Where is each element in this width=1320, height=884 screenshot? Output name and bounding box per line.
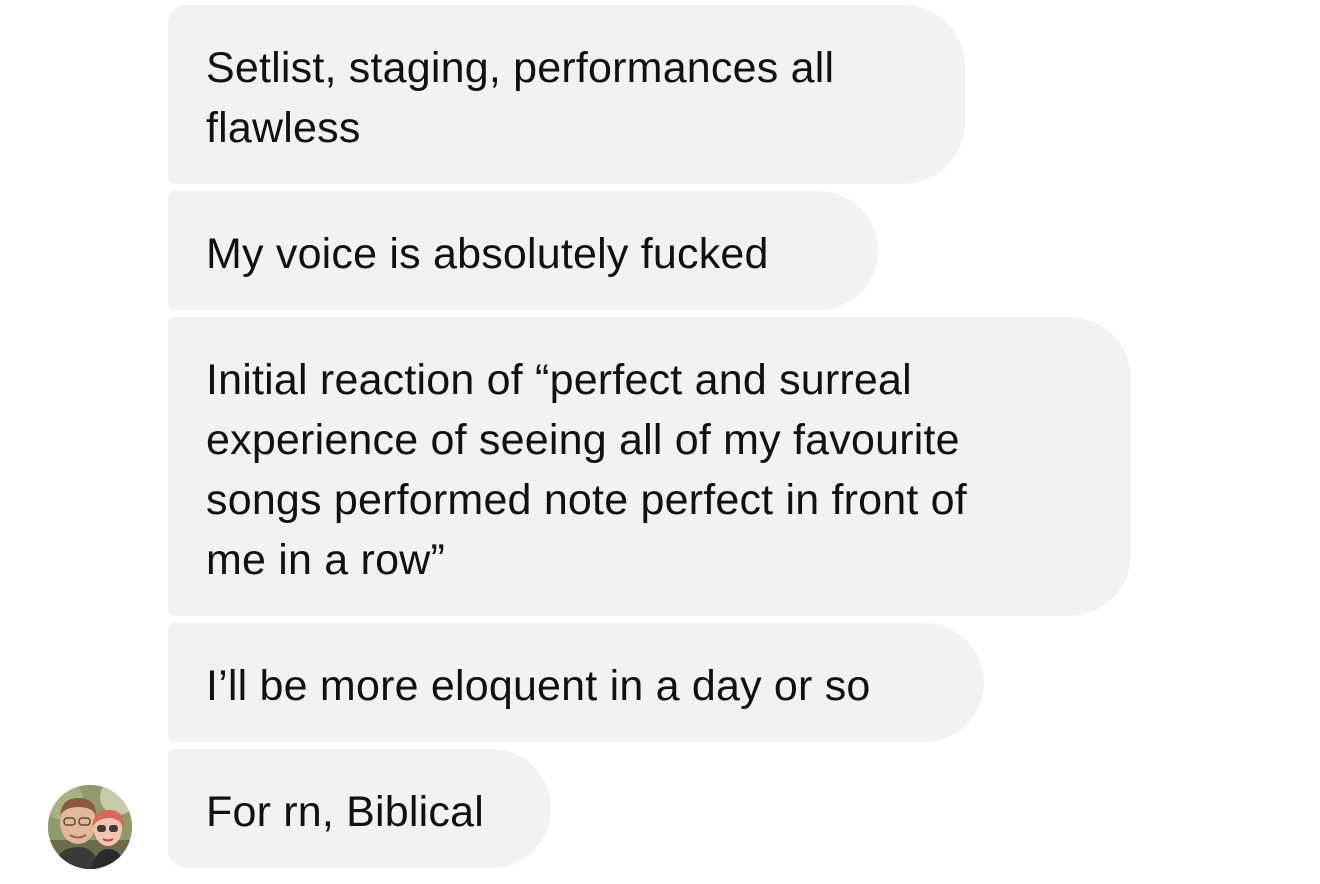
- sender-avatar[interactable]: [48, 785, 132, 869]
- avatar-photo-icon: [48, 785, 132, 869]
- message-bubble[interactable]: Initial reaction of “perfect and surreal…: [168, 317, 1131, 616]
- message-bubble[interactable]: My voice is absolutely fucked: [168, 191, 878, 310]
- message-bubble[interactable]: I’ll be more eloquent in a day or so: [168, 623, 984, 742]
- message-thread: Setlist, staging, performances all flawl…: [0, 0, 1320, 884]
- message-bubble[interactable]: Setlist, staging, performances all flawl…: [168, 5, 965, 184]
- message-bubble[interactable]: For rn, Biblical: [168, 749, 551, 868]
